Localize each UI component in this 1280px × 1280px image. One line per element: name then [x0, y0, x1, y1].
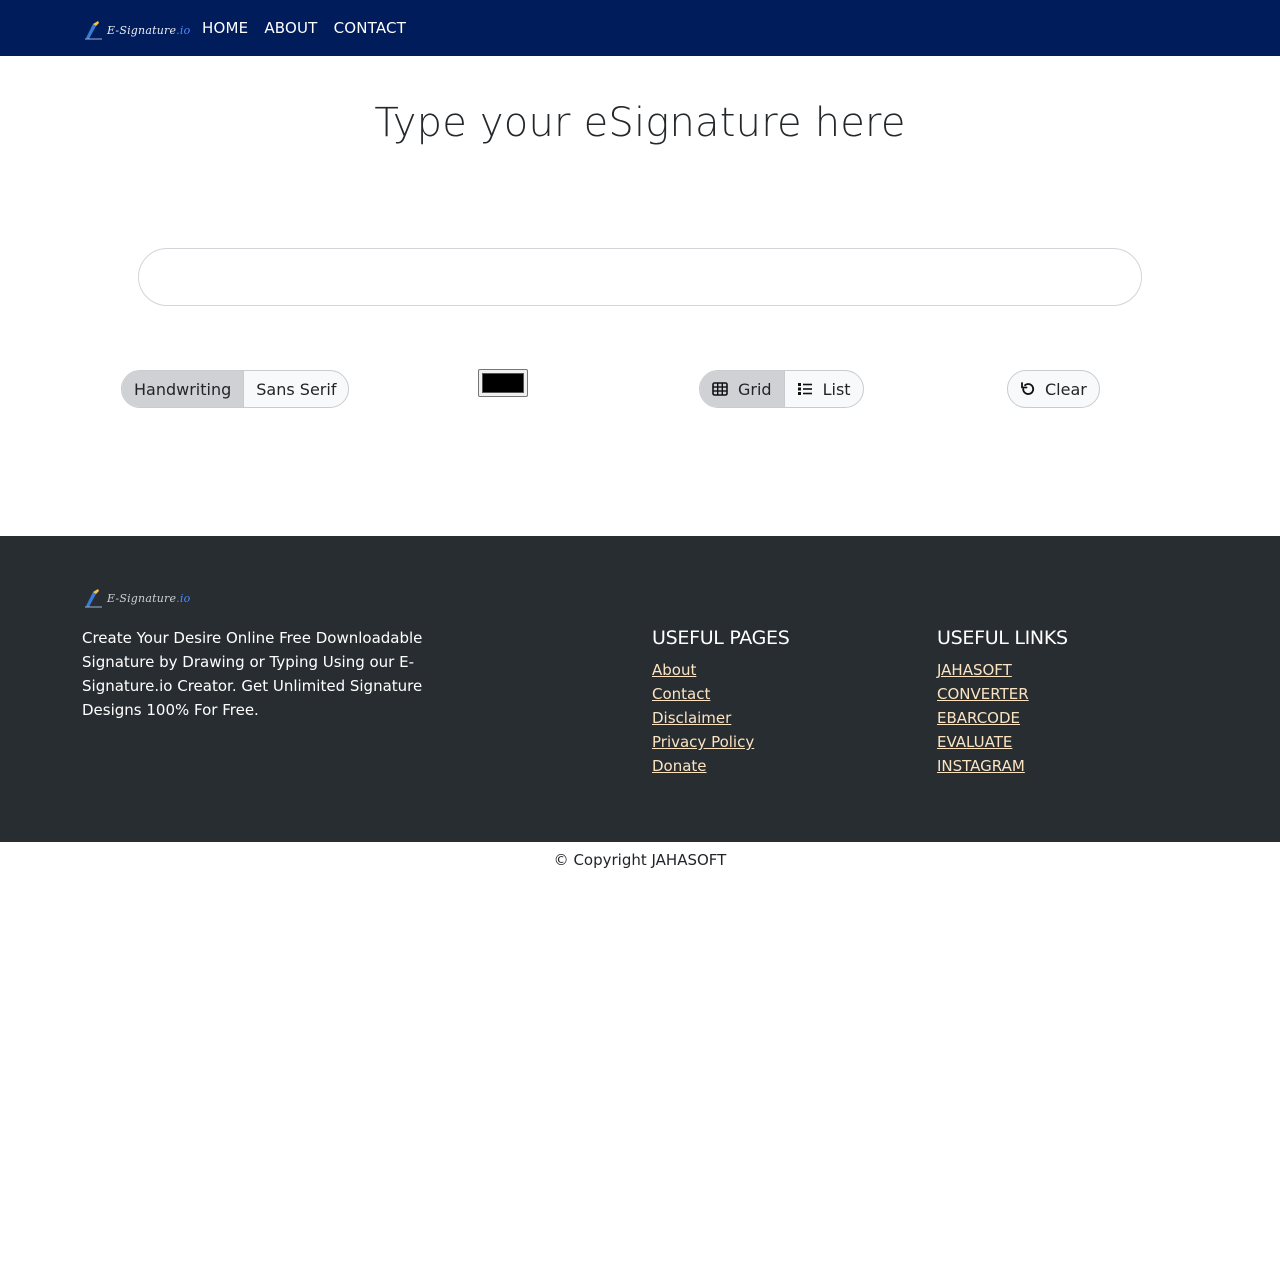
main-nav: HOME ABOUT CONTACT [202, 0, 406, 56]
footer-link-donate[interactable]: Donate [652, 754, 790, 778]
undo-icon [1021, 382, 1035, 395]
footer-link-about[interactable]: About [652, 658, 790, 682]
useful-links-section: USEFUL LINKS JAHASOFT CONVERTER EBARCODE… [937, 626, 1068, 778]
view-list-label: List [822, 379, 851, 399]
ink-color-picker[interactable] [478, 369, 528, 397]
footer-link-contact[interactable]: Contact [652, 682, 790, 706]
footer-link-converter[interactable]: CONVERTER [937, 682, 1068, 706]
footer-description: Create Your Desire Online Free Downloada… [82, 629, 423, 719]
footer-link-evaluate[interactable]: EVALUATE [937, 730, 1068, 754]
nav-contact-link[interactable]: CONTACT [334, 19, 407, 37]
footer-link-privacy-policy[interactable]: Privacy Policy [652, 730, 790, 754]
clear-button[interactable]: Clear [1007, 370, 1100, 408]
font-handwriting-button[interactable]: Handwriting [122, 371, 244, 407]
brand-wordmark: E-Signature.io [107, 23, 191, 37]
view-mode-toggle: Grid List [699, 370, 864, 408]
useful-links-heading: USEFUL LINKS [937, 627, 1068, 649]
font-sans-serif-button[interactable]: Sans Serif [243, 371, 348, 407]
ink-color-swatch [482, 373, 524, 393]
table-grid-icon [712, 382, 728, 396]
nav-about-link[interactable]: ABOUT [264, 19, 317, 37]
clear-label: Clear [1045, 379, 1087, 399]
footer-brand-logo[interactable]: E-Signature.io [84, 588, 190, 608]
brand-logo[interactable]: E-Signature.io [84, 20, 190, 40]
site-footer: E-Signature.io Create Your Desire Online… [0, 536, 1280, 842]
view-list-button[interactable]: List [783, 371, 863, 407]
font-style-toggle: Handwriting Sans Serif [121, 370, 350, 408]
useful-pages-section: USEFUL PAGES About Contact Disclaimer Pr… [652, 626, 790, 778]
top-navbar: E-Signature.io HOME ABOUT CONTACT [0, 0, 1280, 56]
pen-nib-icon [85, 589, 102, 608]
signature-text-input[interactable] [138, 248, 1142, 306]
footer-link-ebarcode[interactable]: EBARCODE [937, 706, 1068, 730]
footer-brand-wordmark: E-Signature.io [107, 591, 191, 605]
view-grid-button[interactable]: Grid [700, 371, 784, 407]
list-icon [797, 383, 812, 395]
footer-link-jahasoft[interactable]: JAHASOFT [937, 658, 1068, 682]
useful-pages-heading: USEFUL PAGES [652, 627, 790, 649]
footer-link-disclaimer[interactable]: Disclaimer [652, 706, 790, 730]
pen-nib-icon [85, 21, 102, 40]
nav-home-link[interactable]: HOME [202, 19, 248, 37]
footer-link-instagram[interactable]: INSTAGRAM [937, 754, 1068, 778]
page-title: Type your eSignature here [374, 100, 906, 146]
view-grid-label: Grid [738, 379, 772, 399]
copyright-text: © Copyright JAHASOFT [553, 851, 727, 869]
